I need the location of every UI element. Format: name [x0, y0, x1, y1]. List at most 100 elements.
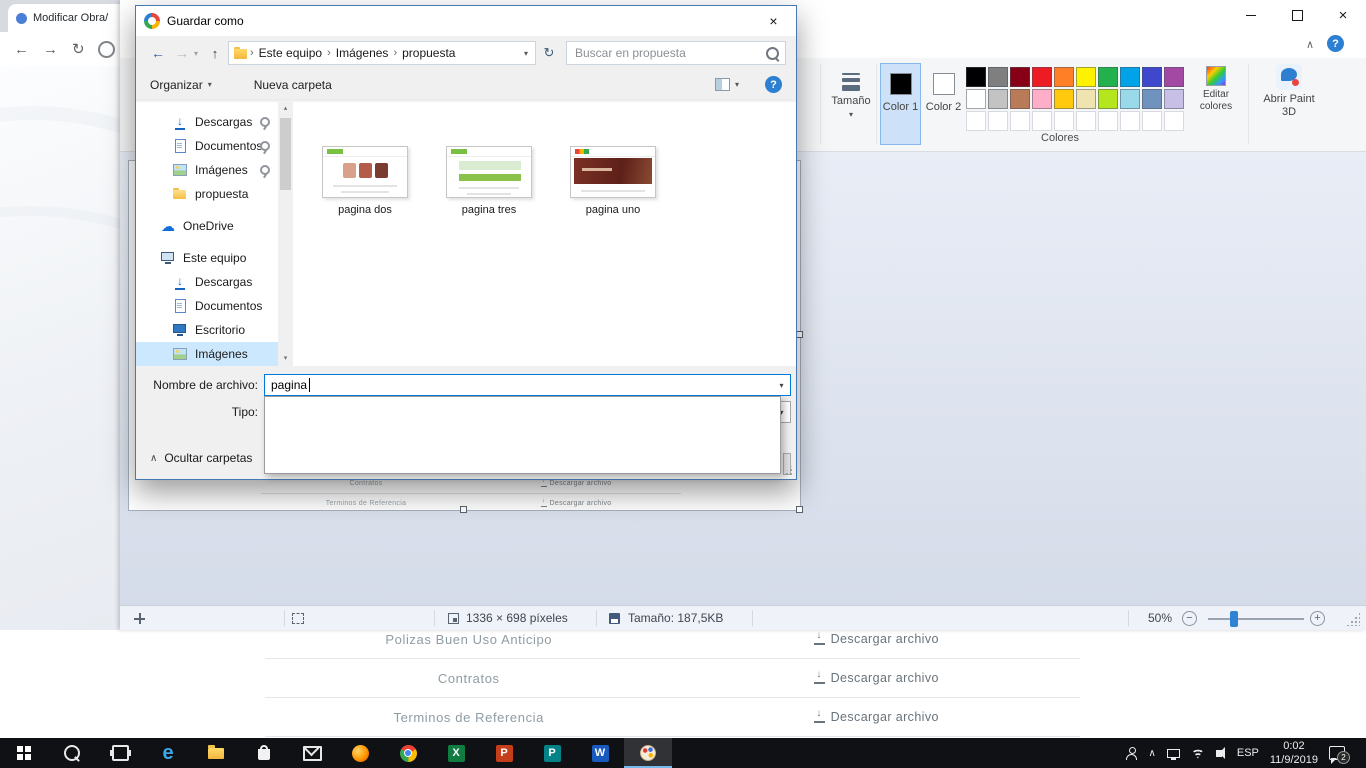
- palette-swatch[interactable]: [988, 111, 1008, 131]
- browser-reload-icon[interactable]: ↻: [72, 40, 85, 58]
- sidebar-item-propuesta[interactable]: propuesta: [136, 182, 278, 206]
- palette-swatch[interactable]: [1054, 89, 1074, 109]
- taskbar-publisher[interactable]: P: [528, 738, 576, 768]
- view-mode-button[interactable]: ▾: [715, 78, 739, 91]
- taskbar-chrome[interactable]: [384, 738, 432, 768]
- collapse-ribbon-icon[interactable]: ∧: [1306, 38, 1314, 51]
- palette-swatch[interactable]: [1120, 111, 1140, 131]
- new-folder-button[interactable]: Nueva carpeta: [254, 78, 332, 92]
- start-button[interactable]: [0, 738, 48, 768]
- refresh-button[interactable]: ↻: [536, 45, 562, 61]
- palette-swatch[interactable]: [1010, 89, 1030, 109]
- wifi-icon[interactable]: [1191, 748, 1205, 759]
- breadcrumb-imagenes[interactable]: Imágenes: [334, 46, 391, 60]
- palette-swatch[interactable]: [1054, 67, 1074, 87]
- palette-swatch[interactable]: [1164, 67, 1184, 87]
- zoom-slider-thumb[interactable]: [1230, 611, 1238, 627]
- scrollbar-thumb[interactable]: [280, 118, 291, 190]
- file-item-pagina-dos[interactable]: pagina dos: [321, 146, 409, 216]
- palette-swatch[interactable]: [1120, 67, 1140, 87]
- window-resize-grip[interactable]: [1346, 612, 1360, 626]
- taskbar-edge[interactable]: e: [144, 738, 192, 768]
- palette-swatch[interactable]: [1054, 111, 1074, 131]
- palette-swatch[interactable]: [1076, 111, 1096, 131]
- palette-swatch[interactable]: [966, 111, 986, 131]
- palette-swatch[interactable]: [1142, 111, 1162, 131]
- clock[interactable]: 0:02 11/9/2019: [1270, 739, 1318, 768]
- palette-swatch[interactable]: [1010, 111, 1030, 131]
- download-link[interactable]: ↓Descargar archivo: [673, 632, 1081, 646]
- browser-page-info-icon[interactable]: [98, 41, 115, 58]
- sidebar-item-imagenes[interactable]: Imágenes: [136, 158, 278, 182]
- language-indicator[interactable]: ESP: [1237, 747, 1259, 759]
- taskbar-firefox[interactable]: [336, 738, 384, 768]
- filename-dropdown-icon[interactable]: ▾: [773, 375, 790, 395]
- taskbar-store[interactable]: [240, 738, 288, 768]
- close-button[interactable]: ×: [1320, 0, 1366, 30]
- palette-swatch[interactable]: [1076, 67, 1096, 87]
- filename-autocomplete-list[interactable]: [264, 396, 781, 474]
- palette-swatch[interactable]: [1142, 67, 1162, 87]
- palette-swatch[interactable]: [1164, 89, 1184, 109]
- maximize-button[interactable]: [1274, 0, 1320, 30]
- download-link[interactable]: ↓Descargar archivo: [673, 710, 1081, 724]
- canvas-resize-handle-corner[interactable]: [796, 506, 803, 513]
- sidebar-item-documentos[interactable]: Documentos: [136, 134, 278, 158]
- search-input[interactable]: [573, 45, 762, 61]
- minimize-button[interactable]: [1228, 0, 1274, 30]
- open-paint3d-button[interactable]: Abrir Paint 3D: [1258, 64, 1320, 119]
- taskbar-search-button[interactable]: [48, 738, 96, 768]
- palette-swatch[interactable]: [988, 67, 1008, 87]
- palette-swatch[interactable]: [1098, 89, 1118, 109]
- scroll-up-icon[interactable]: ▴: [278, 102, 293, 116]
- taskbar-file-explorer[interactable]: [192, 738, 240, 768]
- address-dropdown-icon[interactable]: ▾: [524, 49, 530, 58]
- palette-swatch[interactable]: [966, 89, 986, 109]
- zoom-in-button[interactable]: +: [1310, 611, 1325, 626]
- taskbar-word[interactable]: W: [576, 738, 624, 768]
- volume-icon[interactable]: [1216, 750, 1222, 757]
- sidebar-item-descargas-2[interactable]: ↓Descargas: [136, 270, 278, 294]
- zoom-out-button[interactable]: −: [1182, 611, 1197, 626]
- sidebar-item-escritorio[interactable]: Escritorio: [136, 318, 278, 342]
- address-bar[interactable]: › Este equipo › Imágenes › propuesta ▾: [228, 41, 536, 65]
- palette-swatch[interactable]: [1076, 89, 1096, 109]
- palette-swatch[interactable]: [1120, 89, 1140, 109]
- help-button[interactable]: ?: [765, 76, 782, 93]
- palette-swatch[interactable]: [988, 89, 1008, 109]
- browser-forward-icon[interactable]: →: [43, 41, 58, 58]
- sidebar-item-onedrive[interactable]: ☁OneDrive: [136, 214, 278, 238]
- people-icon[interactable]: [1125, 747, 1138, 760]
- back-button[interactable]: ←: [146, 45, 170, 61]
- palette-swatch[interactable]: [1164, 111, 1184, 131]
- canvas-resize-handle-right[interactable]: [796, 331, 803, 338]
- tray-expand-icon[interactable]: ∧: [1149, 748, 1156, 759]
- palette-swatch[interactable]: [1032, 111, 1052, 131]
- sidebar-item-descargas[interactable]: ↓Descargas: [136, 110, 278, 134]
- search-icon[interactable]: [766, 47, 779, 60]
- taskbar-excel[interactable]: X: [432, 738, 480, 768]
- sidebar-item-imagenes-2[interactable]: Imágenes: [136, 342, 278, 366]
- sidebar-item-documentos-2[interactable]: Documentos: [136, 294, 278, 318]
- palette-swatch[interactable]: [1098, 67, 1118, 87]
- taskbar-paint-active[interactable]: [624, 738, 672, 768]
- palette-swatch[interactable]: [1098, 111, 1118, 131]
- zoom-slider[interactable]: [1208, 618, 1304, 620]
- taskbar-powerpoint[interactable]: P: [480, 738, 528, 768]
- dialog-close-button[interactable]: ×: [751, 6, 796, 36]
- task-view-button[interactable]: [96, 738, 144, 768]
- up-button[interactable]: ↑: [204, 46, 226, 61]
- sidebar-scrollbar[interactable]: ▴ ▾: [278, 102, 293, 366]
- file-item-pagina-uno[interactable]: pagina uno: [569, 146, 657, 216]
- forward-button[interactable]: →: [170, 45, 194, 61]
- paint-help-button[interactable]: ?: [1327, 35, 1344, 52]
- edit-colors-button[interactable]: Editar colores: [1192, 66, 1240, 113]
- canvas-resize-handle-bottom[interactable]: [460, 506, 467, 513]
- network-pc-icon[interactable]: [1167, 749, 1180, 758]
- hide-folders-button[interactable]: ∧ Ocultar carpetas: [150, 451, 252, 465]
- palette-swatch[interactable]: [1032, 67, 1052, 87]
- palette-swatch[interactable]: [966, 67, 986, 87]
- organize-button[interactable]: Organizar▾: [150, 78, 212, 92]
- size-button[interactable]: Tamaño ▾: [828, 63, 874, 145]
- palette-swatch[interactable]: [1142, 89, 1162, 109]
